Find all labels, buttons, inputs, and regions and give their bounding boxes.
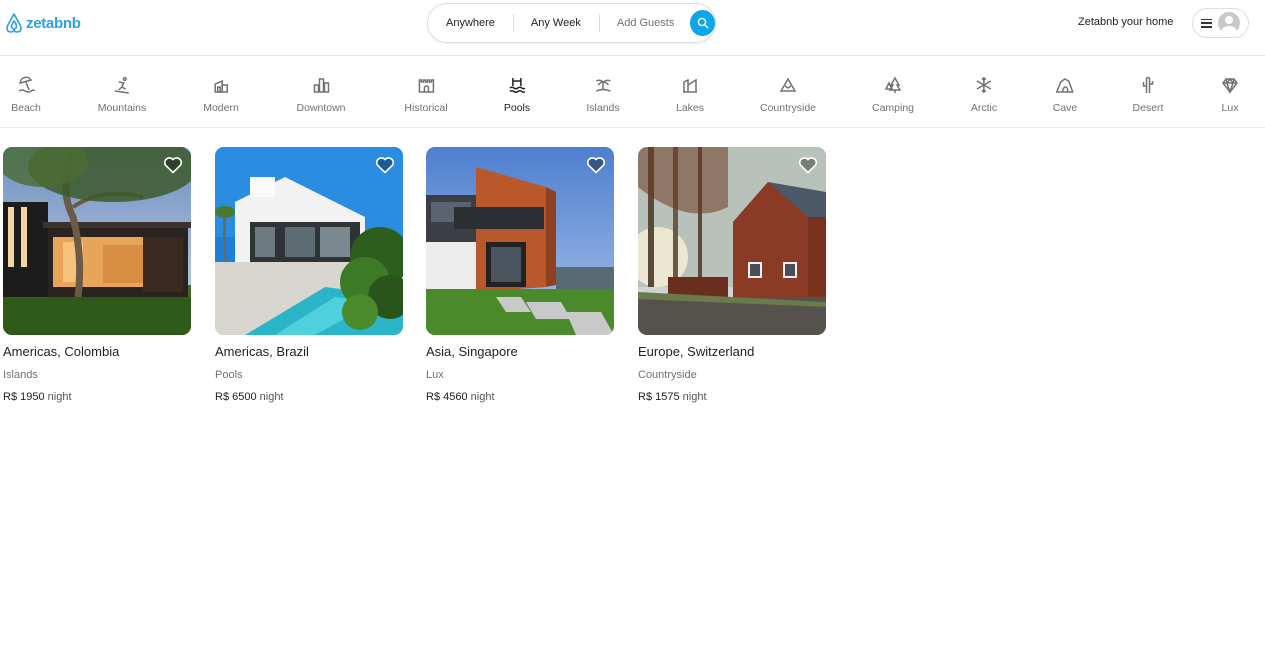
palm-island-icon [595,79,611,92]
search-when[interactable]: Any Week [512,14,599,32]
category-label: Islands [586,102,620,114]
user-menu-button[interactable] [1192,8,1249,38]
avatar [1218,12,1240,34]
listing-photo[interactable] [3,147,191,335]
listing-photo[interactable] [426,147,614,335]
listing-location: Europe, Switzerland [638,344,755,359]
listing-photo[interactable] [638,147,826,335]
search-button[interactable] [690,10,715,36]
pool-icon [509,78,526,93]
host-your-home-link[interactable]: Zetabnb your home [1078,16,1173,28]
top-navbar: zetabnb Anywhere Any Week Add Guests Zet… [0,0,1265,56]
category-lakes[interactable]: Lakes [676,76,704,114]
snowflake-icon [976,77,992,93]
listing-photo[interactable] [215,147,403,335]
listing-category: Countryside [638,369,697,381]
category-label: Lux [1221,102,1239,114]
favorite-heart-icon[interactable] [798,156,818,174]
listing-category: Islands [3,369,38,381]
category-modern[interactable]: Modern [203,76,239,114]
listing-card[interactable]: Americas, Brazil Pools R$ 6500 night [215,147,403,403]
category-arctic[interactable]: Arctic [971,76,997,114]
category-beach[interactable]: Beach [11,76,41,114]
listing-price: R$ 4560 night [426,391,614,403]
mountain-peak-icon [779,77,797,92]
search-where[interactable]: Anywhere [428,17,513,29]
listing-category: Lux [426,369,444,381]
hamburger-menu-icon [1201,18,1212,28]
listing-price: R$ 1950 night [3,391,191,403]
modern-house-icon [214,79,228,93]
category-pools[interactable]: Pools [504,76,530,114]
category-label: Cave [1052,102,1078,114]
category-lux[interactable]: Lux [1221,76,1239,114]
category-historical[interactable]: Historical [404,76,448,114]
listing-location: Americas, Brazil [215,344,309,359]
skier-icon [114,76,130,94]
favorite-heart-icon[interactable] [586,156,606,174]
brand-name: zetabnb [26,14,81,32]
category-label: Mountains [97,102,147,114]
lake-icon [683,78,697,93]
category-downtown[interactable]: Downtown [296,76,346,114]
listing-price: R$ 6500 night [215,391,403,403]
price-amount: R$ 6500 [215,391,257,403]
beach-icon [18,76,35,93]
price-unit: night [470,391,495,403]
category-label: Lakes [675,102,705,114]
brand-logo[interactable]: zetabnb [4,12,81,34]
price-unit: night [47,391,72,403]
price-amount: R$ 4560 [426,391,468,403]
category-label: Arctic [970,102,998,114]
price-unit: night [259,391,284,403]
favorite-heart-icon[interactable] [163,156,183,174]
search-bar[interactable]: Anywhere Any Week Add Guests [427,3,716,43]
category-label: Camping [871,102,915,114]
category-label: Desert [1132,102,1164,114]
category-countryside[interactable]: Countryside [760,76,816,114]
category-label: Downtown [296,102,346,114]
category-label: Modern [203,102,239,114]
category-mountains[interactable]: Mountains [98,76,146,114]
listing-image-white-house-pool [215,147,403,335]
pine-trees-icon [884,76,902,93]
listing-location: Americas, Colombia [3,344,120,359]
listing-image-modern-house-garden [3,147,191,335]
castle-icon [418,79,434,93]
listing-category: Pools [215,369,243,381]
price-unit: night [682,391,707,403]
category-camping[interactable]: Camping [872,76,914,114]
category-label: Historical [404,102,448,114]
cave-icon [1055,78,1074,93]
category-desert[interactable]: Desert [1132,76,1164,114]
favorite-heart-icon[interactable] [375,156,395,174]
listing-price: R$ 1575 night [638,391,826,403]
category-label: Pools [503,102,531,114]
category-label: Beach [11,102,41,114]
listing-location: Asia, Singapore [426,344,518,359]
listing-image-modern-house-orange-facade [426,147,614,335]
price-amount: R$ 1950 [3,391,45,403]
diamond-icon [1222,77,1238,94]
airbnb-logo-icon [6,13,22,33]
search-icon [697,17,709,29]
listing-card[interactable]: Europe, Switzerland Countryside R$ 1575 … [638,147,826,403]
price-amount: R$ 1575 [638,391,680,403]
listing-card[interactable]: Americas, Colombia Islands R$ 1950 night [3,147,191,403]
listing-image-wooden-cabin [638,147,826,335]
cactus-icon [1143,76,1154,93]
listing-card[interactable]: Asia, Singapore Lux R$ 4560 night [426,147,614,403]
search-guests[interactable]: Add Guests [598,14,692,32]
category-bar: Beach Mountains Modern Downtown Historic… [0,56,1265,128]
category-islands[interactable]: Islands [586,76,620,114]
category-cave[interactable]: Cave [1052,76,1078,114]
city-icon [313,78,329,93]
category-label: Countryside [759,102,817,114]
